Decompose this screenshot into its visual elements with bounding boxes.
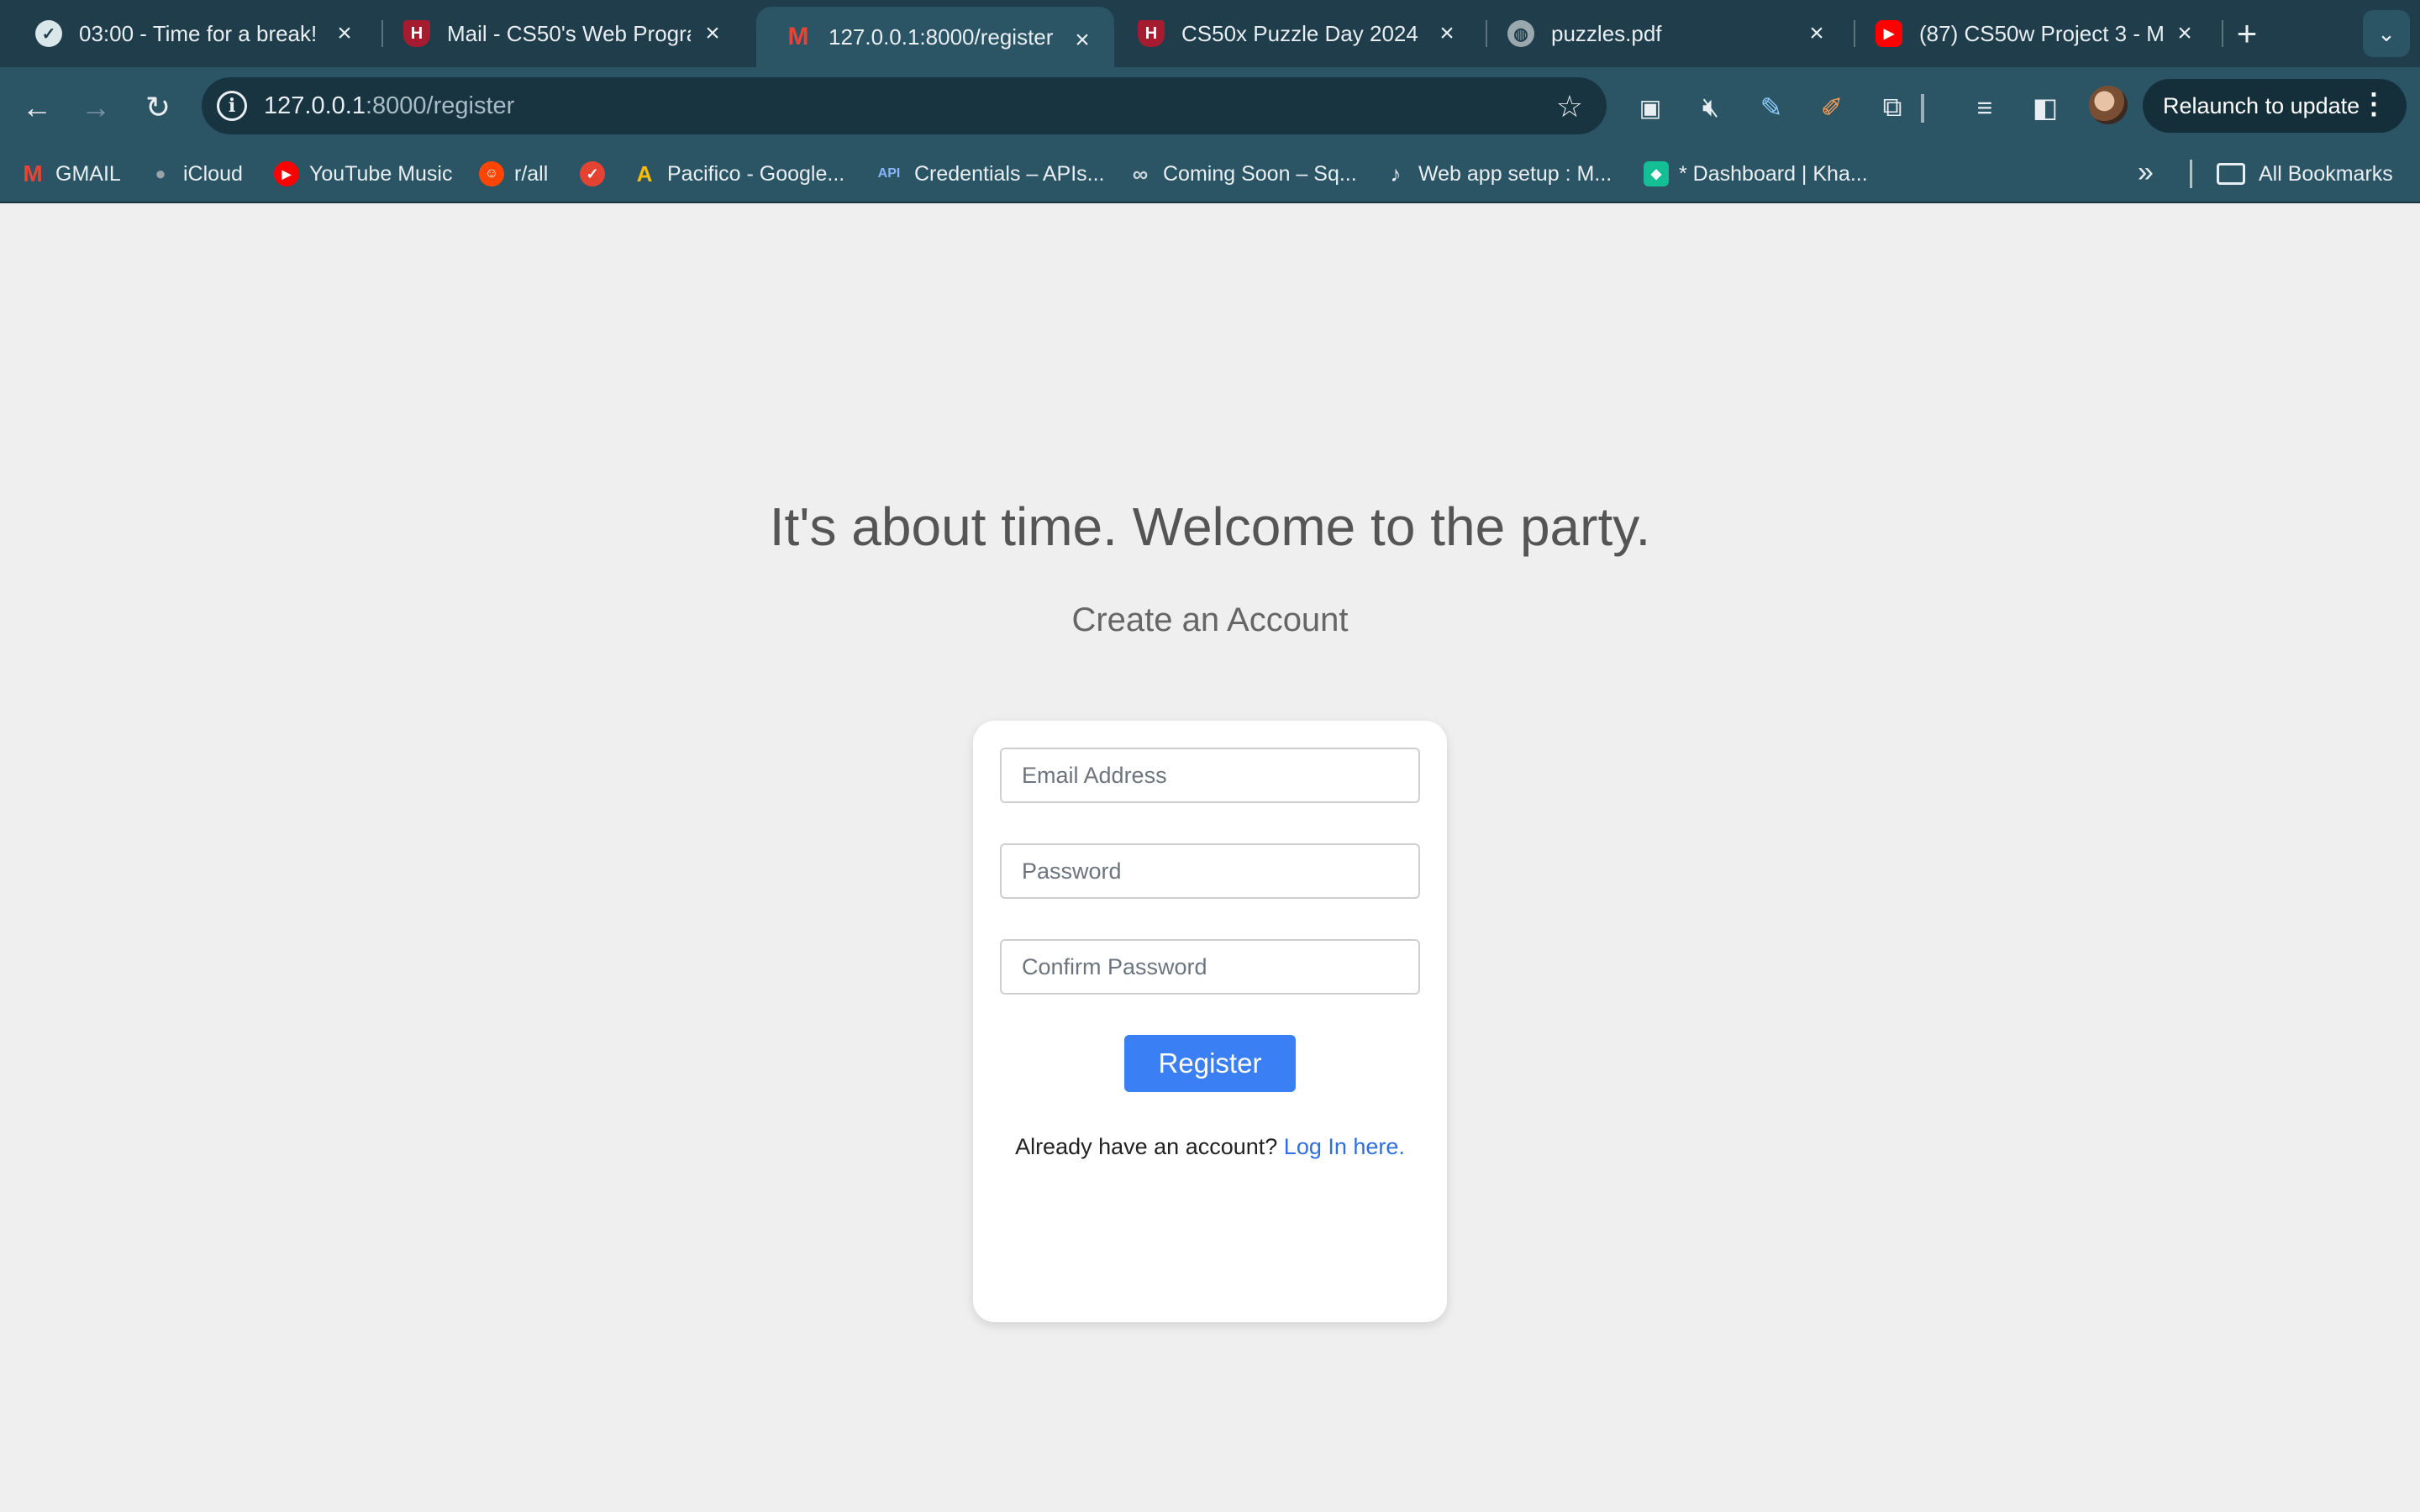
close-icon[interactable]: × (329, 18, 360, 49)
tab-divider (2222, 20, 2223, 47)
all-bookmarks-button[interactable]: All Bookmarks (2217, 144, 2393, 203)
bookmark-icloud[interactable]: ● iCloud (148, 144, 243, 203)
page-content: It's about time. Welcome to the party. C… (0, 203, 2420, 1512)
reload-icon: ↻ (145, 90, 171, 124)
login-prompt: Already have an account? Log In here. (0, 1134, 2420, 1160)
bookmark-squarespace[interactable]: ∞ Coming Soon – Sq... (1128, 144, 1357, 203)
back-button[interactable]: ← (17, 87, 57, 128)
page-title: It's about time. Welcome to the party. (769, 496, 1651, 557)
close-icon[interactable]: × (697, 18, 728, 49)
arrow-left-icon: ← (22, 90, 52, 124)
url-host: 127.0.0.1 (264, 92, 366, 119)
side-panel-icon[interactable]: ◧ (2027, 89, 2064, 126)
bookmark-label: YouTube Music (309, 161, 453, 186)
squarespace-icon: ∞ (1132, 160, 1149, 186)
youtube-music-icon: ▶ (274, 161, 299, 186)
google-fonts-icon: A (636, 160, 653, 186)
close-icon[interactable]: × (1067, 25, 1097, 55)
tab-search-button[interactable]: ⌄ (2363, 10, 2410, 57)
close-icon[interactable]: × (2170, 18, 2200, 49)
new-tab-button[interactable]: + (2228, 13, 2265, 53)
chevron-down-icon: ⌄ (2377, 20, 2396, 46)
relaunch-label: Relaunch to update (2163, 92, 2360, 118)
relaunch-button[interactable]: Relaunch to update ⋮ (2143, 79, 2407, 133)
all-bookmarks-label: All Bookmarks (2259, 161, 2393, 186)
tab-title: (87) CS50w Project 3 - Mail (1919, 20, 2165, 46)
youtube-icon: ▶ (1876, 20, 1902, 47)
reload-button[interactable]: ↻ (138, 87, 178, 128)
arrow-right-icon: → (81, 90, 111, 124)
bookmark-label: r/all (514, 161, 549, 186)
api-icon: API (877, 166, 901, 181)
media-queue-icon[interactable]: ≡ (1966, 89, 2003, 126)
bookmarks-divider (2190, 160, 2192, 188)
bookmark-star-icon[interactable]: ☆ (1556, 89, 1583, 124)
more-bookmarks-icon[interactable]: » (2138, 156, 2154, 189)
bookmarks-bar: M GMAIL ● iCloud ▶ YouTube Music ☺ r/all… (0, 144, 2420, 203)
register-form: Register (973, 721, 1447, 1322)
bookmark-label: Pacifico - Google... (667, 161, 845, 186)
bookmark-reddit[interactable]: ☺ r/all (479, 144, 548, 203)
folder-icon (2217, 163, 2245, 185)
bookmark-label: iCloud (183, 161, 243, 186)
bookmark-khan-academy[interactable]: ◆ * Dashboard | Kha... (1644, 144, 1868, 203)
brush-icon[interactable]: ✐ (1813, 89, 1850, 126)
apple-icon: ● (155, 163, 166, 184)
bookmark-google-fonts[interactable]: A Pacifico - Google... (632, 144, 845, 203)
register-button[interactable]: Register (1124, 1035, 1296, 1092)
profile-avatar[interactable] (2089, 86, 2128, 124)
bookmark-gmail[interactable]: M GMAIL (20, 144, 121, 203)
tab-youtube[interactable]: ▶ (87) CS50w Project 3 - Mail × (1847, 0, 2217, 67)
close-icon[interactable]: × (1802, 18, 1832, 49)
toolbar-divider (1921, 94, 1924, 123)
url-path: :8000/register (365, 92, 515, 119)
login-prompt-text: Already have an account? (1015, 1134, 1278, 1159)
tab-break-timer[interactable]: ✓ 03:00 - Time for a break! × (7, 0, 376, 67)
bookmark-web-app-setup[interactable]: ♪ Web app setup : M... (1383, 144, 1612, 203)
bookmark-credentials[interactable]: API Credentials – APIs... (874, 144, 1105, 203)
khan-academy-icon: ◆ (1644, 161, 1669, 186)
tab-strip: ✓ 03:00 - Time for a break! × H Mail - C… (0, 0, 2420, 67)
todoist-check-icon: ✓ (580, 161, 605, 186)
harvard-shield-icon: H (403, 20, 430, 47)
mute-icon[interactable]: 🔇︎ (1692, 89, 1729, 126)
site-info-icon[interactable]: i (217, 91, 247, 121)
gmail-icon: M (23, 160, 43, 186)
tab-register[interactable]: M 127.0.0.1:8000/register × (756, 7, 1114, 67)
tab-puzzle-day[interactable]: H CS50x Puzzle Day 2024 - × (1109, 0, 1479, 67)
tab-mail[interactable]: H Mail - CS50's Web Programming × (375, 0, 744, 67)
bookmark-youtube-music[interactable]: ▶ YouTube Music (274, 144, 452, 203)
address-bar[interactable]: i 127.0.0.1:8000/register ☆ (202, 77, 1607, 134)
login-link[interactable]: Log In here. (1284, 1134, 1405, 1159)
bookmark-label: Credentials – APIs... (914, 161, 1105, 186)
close-icon[interactable]: × (1432, 18, 1462, 49)
pen-icon[interactable]: ✎ (1753, 89, 1790, 126)
cast-icon[interactable]: ▣ (1632, 89, 1669, 126)
globe-icon: ◍ (1507, 20, 1534, 47)
confirm-password-field[interactable] (1000, 939, 1420, 995)
url-text[interactable]: 127.0.0.1:8000/register (264, 92, 514, 120)
gmail-icon: M (787, 23, 809, 50)
harvard-shield-icon: H (1138, 20, 1165, 47)
tab-title: Mail - CS50's Web Programming (447, 20, 691, 46)
check-circle-icon: ✓ (35, 20, 62, 47)
reddit-icon: ☺ (479, 161, 504, 186)
bookmark-label: GMAIL (55, 161, 121, 186)
bookmark-label: Coming Soon – Sq... (1163, 161, 1357, 186)
bookmark-label: Web app setup : M... (1418, 161, 1612, 186)
page-subtitle: Create an Account (1071, 601, 1349, 638)
extensions-icon[interactable]: ⧉ (1874, 89, 1911, 126)
password-field[interactable] (1000, 843, 1420, 899)
forward-button[interactable]: → (76, 87, 116, 128)
tab-puzzles-pdf[interactable]: ◍ puzzles.pdf × (1479, 0, 1849, 67)
browser-chrome: ✓ 03:00 - Time for a break! × H Mail - C… (0, 0, 2420, 203)
browser-toolbar: ← → ↻ i 127.0.0.1:8000/register ☆ ▣ 🔇︎ ✎… (0, 67, 2420, 144)
menu-dots-icon: ⋮ (2360, 88, 2388, 120)
email-field[interactable] (1000, 748, 1420, 803)
tab-title: CS50x Puzzle Day 2024 - (1181, 20, 1425, 46)
bookmark-label: * Dashboard | Kha... (1679, 161, 1868, 186)
bookmark-todoist[interactable]: ✓ (580, 144, 615, 203)
tiktok-icon: ♪ (1390, 160, 1402, 186)
